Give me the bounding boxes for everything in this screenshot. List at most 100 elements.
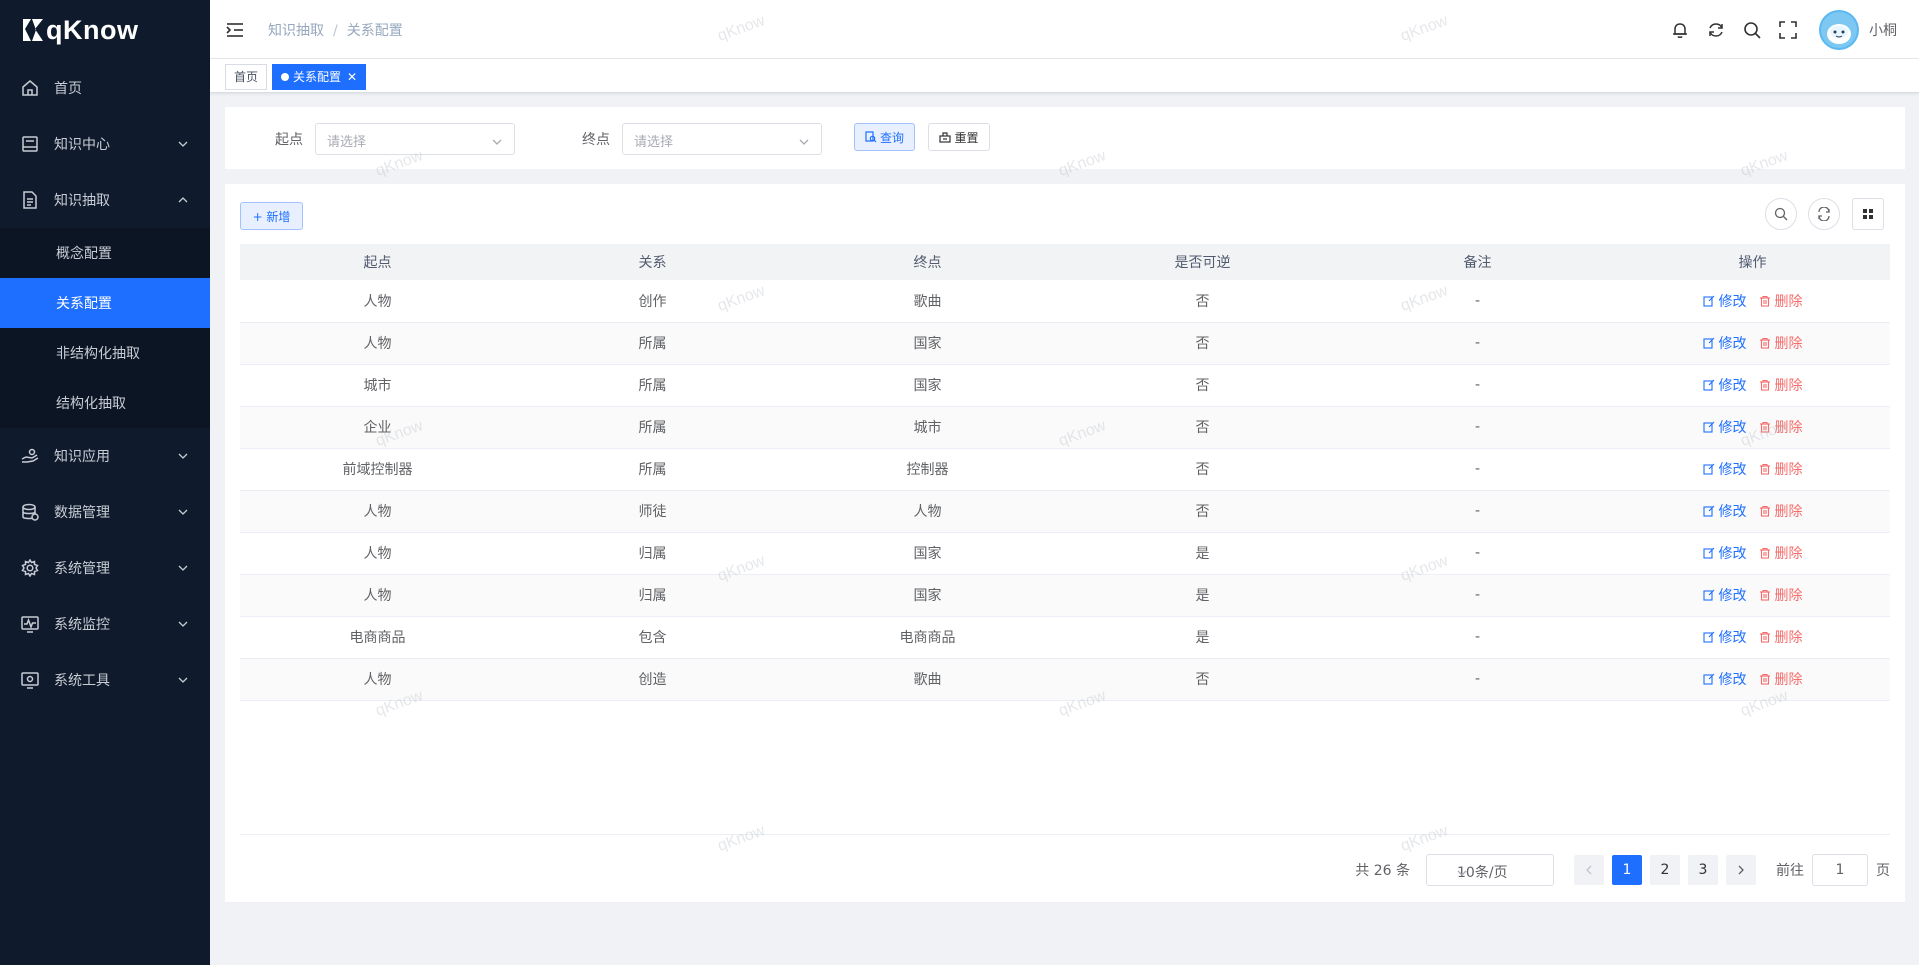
page-size-select[interactable]: 10条/页	[1426, 854, 1554, 886]
query-label: 查询	[879, 130, 904, 145]
add-button[interactable]: + 新增	[240, 202, 303, 230]
prev-page-button[interactable]	[1574, 855, 1604, 885]
cell-relation: 所属	[515, 406, 790, 449]
cell-start: 人物	[240, 490, 515, 533]
next-page-button[interactable]	[1726, 855, 1756, 885]
page-button-1[interactable]: 1	[1612, 855, 1642, 885]
edit-button[interactable]: 修改	[1702, 627, 1747, 647]
trash-icon	[1759, 673, 1770, 685]
document-icon	[20, 190, 40, 210]
collapse-menu-icon[interactable]	[226, 21, 244, 39]
start-select[interactable]: 请选择	[315, 123, 515, 155]
delete-button[interactable]: 删除	[1759, 627, 1803, 647]
cell-actions: 修改 删除	[1615, 322, 1890, 365]
delete-button[interactable]: 删除	[1759, 291, 1803, 311]
delete-button[interactable]: 删除	[1759, 669, 1803, 689]
delete-label: 删除	[1774, 546, 1803, 562]
edit-button[interactable]: 修改	[1702, 291, 1747, 311]
chevron-down-icon	[178, 563, 188, 573]
edit-button[interactable]: 修改	[1702, 543, 1747, 563]
search-icon[interactable]	[1743, 21, 1761, 39]
sidebar-item-concept-config[interactable]: 概念配置	[0, 228, 210, 278]
sidebar-item-data-management[interactable]: 数据管理	[0, 484, 210, 540]
cell-reversible: 否	[1065, 322, 1340, 365]
sidebar-item-relation-config[interactable]: 关系配置	[0, 278, 210, 328]
chevron-down-icon	[178, 451, 188, 461]
cell-start: 电商商品	[240, 616, 515, 659]
app-name: qKnow	[46, 14, 139, 45]
edit-icon	[1702, 421, 1714, 433]
toggle-search-button[interactable]	[1765, 198, 1797, 230]
close-icon[interactable]: ✕	[347, 70, 357, 84]
delete-button[interactable]: 删除	[1759, 543, 1803, 563]
edit-icon	[1702, 379, 1714, 391]
cell-remark: -	[1340, 448, 1615, 491]
sidebar-item-label: 系统管理	[54, 561, 110, 577]
username[interactable]: 小桐	[1869, 20, 1897, 40]
delete-label: 删除	[1774, 293, 1803, 310]
end-select[interactable]: 请选择	[622, 123, 822, 155]
sidebar-item-system-monitor[interactable]: 系统监控	[0, 596, 210, 652]
edit-label: 修改	[1718, 546, 1747, 562]
sidebar-item-system-management[interactable]: 系统管理	[0, 540, 210, 596]
chevron-down-icon	[178, 507, 188, 517]
delete-button[interactable]: 删除	[1759, 375, 1803, 395]
search-icon	[1774, 207, 1788, 221]
sidebar-item-knowledge-application[interactable]: 知识应用	[0, 428, 210, 484]
delete-button[interactable]: 删除	[1759, 585, 1803, 605]
page-button-2[interactable]: 2	[1650, 855, 1680, 885]
sidebar-item-knowledge-extraction[interactable]: 知识抽取	[0, 172, 210, 228]
cell-reversible: 否	[1065, 490, 1340, 533]
edit-button[interactable]: 修改	[1702, 375, 1747, 395]
refresh-icon[interactable]	[1707, 21, 1725, 39]
sidebar-item-unstructured-extraction[interactable]: 非结构化抽取	[0, 328, 210, 378]
page-button-3[interactable]: 3	[1688, 855, 1718, 885]
edit-button[interactable]: 修改	[1702, 585, 1747, 605]
monitor-pulse-icon	[20, 614, 40, 634]
bell-icon[interactable]	[1671, 21, 1689, 39]
edit-label: 修改	[1718, 588, 1747, 604]
col-start: 起点	[240, 244, 515, 280]
col-end: 终点	[790, 244, 1065, 280]
sidebar-item-label: 概念配置	[56, 246, 112, 262]
reset-icon	[939, 132, 952, 143]
divider	[240, 834, 1890, 835]
trash-icon	[1759, 379, 1770, 391]
cell-remark: -	[1340, 322, 1615, 365]
top-actions: 小桐	[1671, 0, 1919, 59]
sidebar-item-label: 知识应用	[54, 449, 110, 465]
avatar[interactable]	[1819, 9, 1859, 50]
sidebar-item-home[interactable]: 首页	[0, 60, 210, 116]
delete-button[interactable]: 删除	[1759, 501, 1803, 521]
fullscreen-icon[interactable]	[1779, 20, 1797, 39]
col-reversible: 是否可逆	[1065, 244, 1340, 280]
submenu-knowledge-extraction: 概念配置 关系配置 非结构化抽取 结构化抽取	[0, 228, 210, 428]
chevron-down-icon	[492, 135, 502, 145]
edit-button[interactable]: 修改	[1702, 333, 1747, 353]
reset-button[interactable]: 重置	[928, 123, 990, 151]
query-button[interactable]: 查询	[854, 123, 915, 151]
refresh-table-button[interactable]	[1808, 198, 1840, 230]
chevron-down-icon	[799, 135, 809, 145]
edit-button[interactable]: 修改	[1702, 669, 1747, 689]
sidebar-item-structured-extraction[interactable]: 结构化抽取	[0, 378, 210, 428]
delete-button[interactable]: 删除	[1759, 459, 1803, 479]
sidebar-item-knowledge-center[interactable]: 知识中心	[0, 116, 210, 172]
goto-label: 前往	[1776, 863, 1804, 879]
tag-home[interactable]: 首页	[225, 64, 268, 90]
delete-button[interactable]: 删除	[1759, 333, 1803, 353]
chevron-down-icon	[1457, 866, 1467, 876]
sidebar-item-label: 非结构化抽取	[56, 346, 140, 362]
edit-button[interactable]: 修改	[1702, 501, 1747, 521]
col-remark: 备注	[1340, 244, 1615, 280]
tag-relation-config[interactable]: 关系配置 ✕	[272, 64, 367, 90]
breadcrumb-item[interactable]: 知识抽取	[268, 23, 324, 39]
delete-button[interactable]: 删除	[1759, 417, 1803, 437]
hand-icon	[20, 446, 40, 466]
goto-page-input[interactable]	[1812, 854, 1868, 886]
edit-button[interactable]: 修改	[1702, 417, 1747, 437]
columns-button[interactable]	[1852, 198, 1884, 230]
edit-button[interactable]: 修改	[1702, 459, 1747, 479]
cell-end: 国家	[790, 532, 1065, 575]
sidebar-item-system-tools[interactable]: 系统工具	[0, 652, 210, 708]
